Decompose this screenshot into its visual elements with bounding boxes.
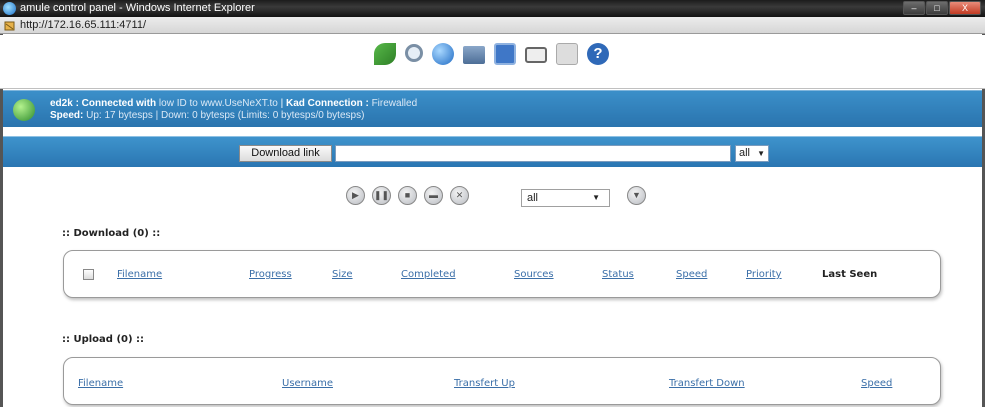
chevron-down-icon: ▼: [757, 149, 765, 158]
download-table: Filename Progress Size Completed Sources…: [63, 250, 941, 298]
download-category-value: all: [739, 147, 751, 159]
column-status[interactable]: Status: [602, 269, 634, 280]
category-filter-value: all: [527, 192, 539, 204]
stop-icon[interactable]: ■: [398, 186, 417, 205]
transfer-controls: ▶ ❚❚ ■ ▬ ✕: [346, 186, 476, 205]
pause-icon[interactable]: ❚❚: [372, 186, 391, 205]
maximize-button[interactable]: □: [926, 1, 948, 15]
download-section-title: :: Download (0) ::: [62, 228, 161, 239]
column-speed[interactable]: Speed: [676, 269, 707, 280]
ed2k-label: ed2k : Connected with: [50, 98, 157, 109]
log-icon[interactable]: [556, 43, 578, 65]
column-username[interactable]: Username: [282, 378, 333, 389]
window-title: amule control panel - Windows Internet E…: [20, 2, 255, 14]
help-icon[interactable]: ?: [587, 43, 609, 65]
minimize-button[interactable]: –: [903, 1, 925, 15]
column-transfert-up[interactable]: Transfert Up: [454, 378, 515, 389]
transfer-icon[interactable]: [374, 43, 396, 65]
status-text: ed2k : Connected with low ID to www.UseN…: [50, 98, 417, 122]
statistics-icon[interactable]: [494, 43, 516, 65]
download-link-bar: Download link all ▼: [3, 136, 982, 167]
shared-files-folder-icon[interactable]: [463, 46, 485, 64]
column-speed[interactable]: Speed: [861, 378, 892, 389]
address-bar[interactable]: http://172.16.65.111:4711/: [0, 17, 985, 34]
address-url[interactable]: http://172.16.65.111:4711/: [20, 19, 146, 31]
ed2k-value: low ID to www.UseNeXT.to: [158, 98, 278, 109]
cancel-icon[interactable]: ✕: [450, 186, 469, 205]
status-separator: |: [280, 98, 284, 109]
select-all-checkbox[interactable]: [83, 269, 94, 280]
window-controls: – □ X: [902, 1, 981, 15]
resume-icon[interactable]: ▶: [346, 186, 365, 205]
speed-value: Up: 17 bytesps | Down: 0 bytesps (Limits…: [86, 110, 365, 121]
column-size[interactable]: Size: [332, 269, 353, 280]
column-filename[interactable]: Filename: [117, 269, 162, 280]
upload-section-title: :: Upload (0) ::: [62, 334, 145, 345]
close-button[interactable]: X: [949, 1, 981, 15]
main-toolbar: ?: [0, 35, 985, 89]
servers-globe-icon[interactable]: [432, 43, 454, 65]
upload-table: Filename Username Transfert Up Transfert…: [63, 357, 941, 405]
preferences-icon[interactable]: [525, 47, 547, 63]
search-icon[interactable]: [405, 44, 423, 62]
kad-value: Firewalled: [371, 98, 418, 109]
column-priority[interactable]: Priority: [746, 269, 782, 280]
download-category-select[interactable]: all ▼: [735, 145, 769, 162]
column-sources[interactable]: Sources: [514, 269, 554, 280]
download-link-input[interactable]: [335, 145, 731, 162]
spacer: [3, 127, 982, 135]
internet-explorer-icon: [3, 2, 16, 15]
category-filter-select[interactable]: all ▼: [521, 189, 610, 207]
column-filename[interactable]: Filename: [78, 378, 123, 389]
page-favicon-icon: [4, 21, 15, 31]
chevron-down-icon: ▼: [592, 193, 600, 202]
kad-label: Kad Connection :: [286, 98, 369, 109]
column-progress[interactable]: Progress: [249, 269, 292, 280]
speed-label: Speed:: [50, 110, 84, 121]
priority-down-icon[interactable]: ▬: [424, 186, 443, 205]
column-transfert-down[interactable]: Transfert Down: [669, 378, 745, 389]
column-last-seen: Last Seen: [822, 269, 878, 280]
download-link-button[interactable]: Download link: [239, 145, 332, 162]
window-titlebar: amule control panel - Windows Internet E…: [0, 0, 985, 17]
connection-status-bar: ed2k : Connected with low ID to www.UseN…: [3, 90, 982, 127]
refresh-icon[interactable]: ▼: [627, 186, 646, 205]
network-status-icon: [13, 99, 35, 121]
column-completed[interactable]: Completed: [401, 269, 456, 280]
